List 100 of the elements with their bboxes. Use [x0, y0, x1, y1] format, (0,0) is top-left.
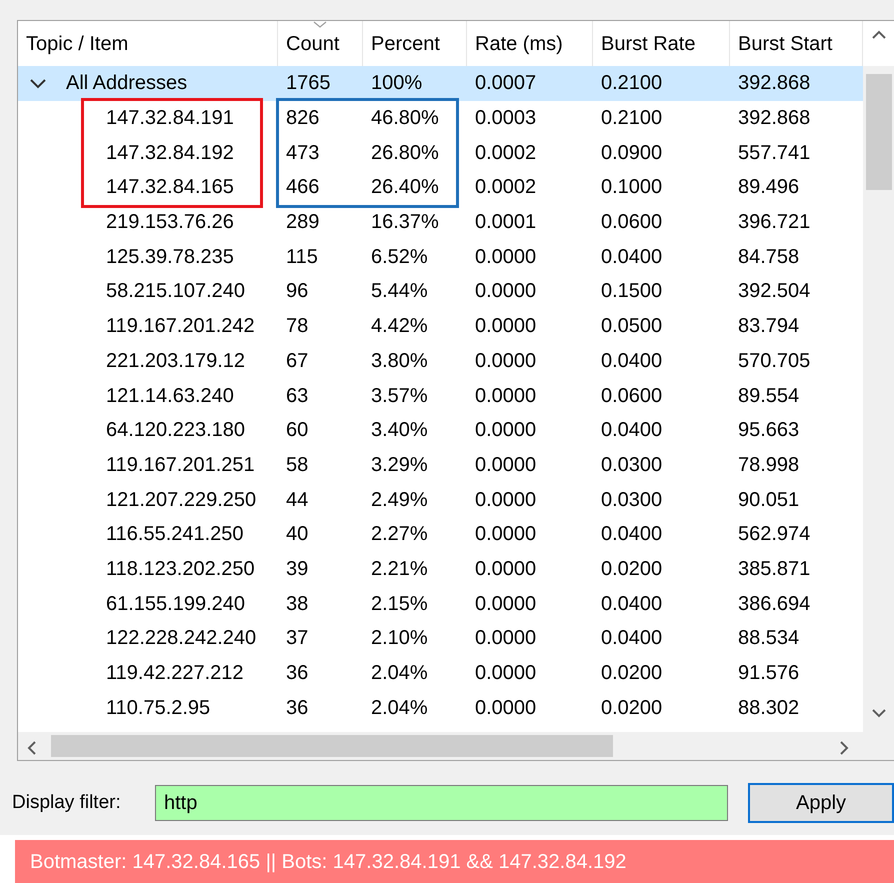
table-cell-text: 46.80%	[371, 106, 439, 132]
scroll-left-icon[interactable]	[27, 741, 36, 755]
table-cell-text: 0.0000	[475, 384, 536, 409]
table-cell-text: 90.051	[738, 488, 800, 513]
tree-row[interactable]: 125.39.78.235 115 6.52% 0.0000 0.0400 84.758	[18, 239, 863, 274]
table-cell-text: 392.868	[738, 71, 810, 96]
table-cell-text: 38	[286, 592, 308, 617]
table-cell-text: 39	[286, 556, 308, 582]
table-cell-text: 83.794	[738, 314, 800, 340]
table-cell-text: 0.0300	[601, 488, 662, 513]
filter-field[interactable]: http	[155, 785, 728, 821]
table-cell-text: 0.2100	[601, 106, 662, 132]
table-cell-text: 2.04%	[371, 661, 428, 686]
scrollbar-thumb[interactable]	[51, 735, 613, 757]
tree-row[interactable]: 121.207.229.250 44 2.49% 0.0000 0.0300 90.051	[18, 482, 863, 517]
table-cell-text: 466	[286, 175, 320, 200]
table-cell-text: 0.0002	[475, 140, 536, 166]
horizontal-scrollbar[interactable]	[18, 732, 863, 760]
table-cell-text: 0.0500	[601, 314, 662, 340]
table-cell-text: 115	[286, 244, 318, 270]
table-cell-text: 0.0600	[601, 384, 662, 409]
scroll-right-icon[interactable]	[840, 741, 849, 755]
chevron-icon[interactable]	[30, 79, 46, 89]
apply-button[interactable]: Apply	[748, 783, 894, 823]
table-cell-text: 0.0000	[475, 626, 536, 652]
table-cell-text: 63	[286, 384, 308, 409]
table-cell-text: 116.55.241.250	[106, 522, 244, 548]
tree-row[interactable]: 122.228.242.240 37 2.10% 0.0000 0.0400 88.534	[18, 621, 863, 656]
table-cell-text: 0.1500	[601, 279, 662, 304]
tree-row[interactable]: 119.167.201.242 78 4.42% 0.0000 0.0500 83.794	[18, 308, 863, 344]
tree-row[interactable]: 119.167.201.251 58 3.29% 0.0000 0.0300 78.998	[18, 448, 863, 482]
scroll-up-icon[interactable]	[872, 30, 886, 39]
table-cell-text: 0.0000	[475, 488, 536, 513]
tree-row[interactable]: 147.32.84.192 473 26.80% 0.0002 0.0900 557.741	[18, 135, 863, 170]
table-cell-text: All Addresses	[66, 71, 188, 96]
table-cell-text: 89.554	[738, 384, 800, 409]
table-cell-text: 88.302	[738, 696, 800, 721]
annotation-banner: Botmaster: 147.32.84.165 || Bots: 147.32.84.191 && 147.32.84.192	[15, 840, 894, 883]
tree-row[interactable]: 147.32.84.165 466 26.40% 0.0002 0.1000 89.496	[18, 170, 863, 205]
table-cell-text: 0.0200	[601, 661, 662, 686]
table-cell-text: 60	[286, 418, 308, 444]
table-cell-text: 122.228.242.240	[106, 626, 256, 652]
table-cell-text: 0.2100	[601, 71, 662, 96]
table-cell-text: 473	[286, 140, 320, 166]
table-cell-text: 0.0000	[475, 244, 536, 270]
table-cell-text: 26.40%	[371, 175, 439, 200]
table-cell-text: 0.0000	[475, 279, 536, 304]
table-cell-text: 0.1000	[601, 175, 662, 200]
table-cell-text: 125.39.78.235	[106, 244, 234, 270]
tree-row[interactable]: 116.55.241.250 40 2.27% 0.0000 0.0400 562.974	[18, 516, 863, 552]
table-cell-text: 0.0200	[601, 696, 662, 721]
table-cell-text: 61.155.199.240	[106, 592, 246, 617]
table-cell-text: 3.57%	[371, 384, 428, 409]
table-cell-text: 0.0400	[601, 626, 662, 652]
table-cell-text: 89.496	[738, 175, 800, 200]
table-cell-text: 0.0000	[475, 522, 536, 548]
table-cell-text: 219.153.76.26	[106, 210, 234, 236]
tree-row[interactable]: 61.155.199.240 38 2.15% 0.0000 0.0400 386.694	[18, 586, 863, 621]
table-cell-text: 96	[286, 279, 308, 304]
table-cell-text: 0.0002	[475, 175, 536, 200]
table-cell-text: 58.215.107.240	[106, 279, 246, 304]
scroll-down-icon[interactable]	[872, 709, 886, 718]
tree-row[interactable]: 121.14.63.240 63 3.57% 0.0000 0.0600 89.554	[18, 378, 863, 413]
tree-row[interactable]: 147.32.84.191 826 46.80% 0.0003 0.2100 392.868	[18, 100, 863, 136]
table-cell-text: 0.0000	[475, 556, 536, 582]
tree-row[interactable]: 118.123.202.250 39 2.21% 0.0000 0.0200 385.871	[18, 552, 863, 586]
table-cell-text: 0.0400	[601, 418, 662, 444]
tree-row[interactable]: 119.42.227.212 36 2.04% 0.0000 0.0200 91.576	[18, 656, 863, 690]
table-cell-text: 119.167.201.242	[106, 314, 255, 340]
table-cell-text: 0.0003	[475, 106, 536, 132]
table-cell-text: 392.868	[738, 106, 810, 132]
tree-row[interactable]: 221.203.179.12 67 3.80% 0.0000 0.0400 570.705	[18, 344, 863, 378]
table-cell-text: 826	[286, 106, 320, 132]
filter-label: Display filter:	[12, 790, 122, 815]
table-cell-text: 58	[286, 452, 308, 478]
table-cell-text: 64.120.223.180	[106, 418, 246, 444]
table-cell-text: 396.721	[738, 210, 810, 236]
tree-row[interactable]: 219.153.76.26 289 16.37% 0.0001 0.0600 396.721	[18, 204, 863, 240]
table-cell-text: 221.203.179.12	[106, 348, 246, 374]
table-cell-text: 386.694	[738, 592, 810, 617]
tree-row[interactable]: 58.215.107.240 96 5.44% 0.0000 0.1500 392.504	[18, 274, 863, 309]
table-cell-text: 147.32.84.192	[106, 140, 234, 166]
table-cell-text: 147.32.84.165	[106, 175, 234, 200]
table-cell-text: 0.0600	[601, 210, 662, 236]
scrollbar-thumb[interactable]	[866, 74, 892, 190]
tree-row[interactable]: 110.75.2.95 36 2.04% 0.0000 0.0200 88.302	[18, 690, 863, 726]
table-cell-text: 385.871	[738, 556, 810, 582]
table-cell-text: 121.207.229.250	[106, 488, 256, 513]
table-cell-text: 37	[286, 626, 308, 652]
table-cell-text: 4.42%	[371, 314, 428, 340]
table-cell-text: 95.663	[738, 418, 800, 444]
table-cell-text: 100%	[371, 71, 422, 96]
table-cell-text: 562.974	[738, 522, 810, 548]
table-cell-text: 0.0200	[601, 556, 662, 582]
table-cell-text: 119.167.201.251	[106, 452, 255, 478]
table-cell-text: 0.0400	[601, 592, 662, 617]
table-cell-text: 0.0000	[475, 418, 536, 444]
tree-row[interactable]: All Addresses 1765 100% 0.0007 0.2100 392.868	[18, 66, 863, 101]
tree-row[interactable]: 64.120.223.180 60 3.40% 0.0000 0.0400 95.663	[18, 412, 863, 448]
table-cell-text: 2.21%	[371, 556, 428, 582]
